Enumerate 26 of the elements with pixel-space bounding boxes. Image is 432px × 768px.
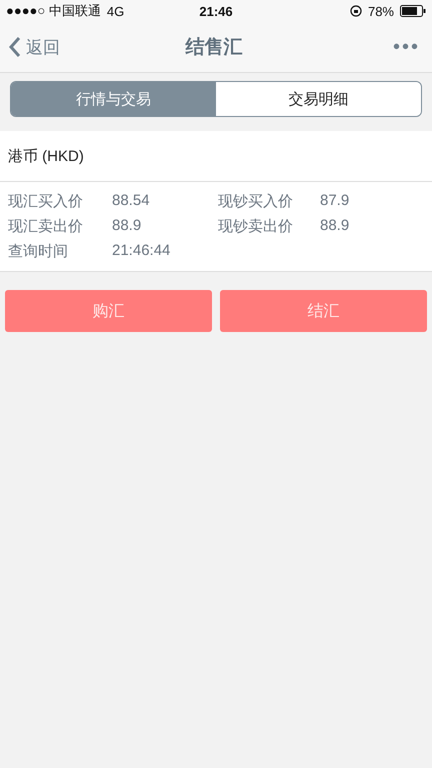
rate-value: 88.9 bbox=[112, 217, 142, 236]
carrier: ●●●●○ 中国联通 bbox=[6, 2, 101, 20]
battery-icon bbox=[400, 5, 426, 17]
back-label[interactable]: 返回 bbox=[26, 36, 60, 58]
clock: 21:46 bbox=[199, 4, 233, 18]
network-type: 4G bbox=[106, 4, 124, 18]
rate-label: 查询时间 bbox=[8, 242, 69, 261]
more-button[interactable]: ••• bbox=[330, 36, 420, 58]
rotation-lock-icon bbox=[350, 5, 362, 17]
chevron-left-icon bbox=[8, 36, 22, 58]
segment-tab[interactable]: 交易明细 bbox=[216, 82, 421, 116]
rate-label: 现汇卖出价 bbox=[8, 217, 84, 236]
rate-value: 87.9 bbox=[320, 192, 350, 211]
exchange-button[interactable]: 结汇 bbox=[220, 290, 427, 332]
segment-tab[interactable]: 行情与交易 bbox=[11, 82, 216, 116]
rate-label: 现钞买入价 bbox=[218, 192, 294, 211]
rate-value: 88.54 bbox=[112, 192, 151, 211]
exchange-button[interactable]: 购汇 bbox=[5, 290, 212, 332]
rate-value: 21:46:44 bbox=[112, 242, 172, 261]
battery-level: 78% bbox=[368, 4, 394, 18]
currency-name: 港币 (HKD) bbox=[8, 146, 84, 166]
rate-label: 现钞卖出价 bbox=[218, 217, 294, 236]
rate-value: 88.9 bbox=[320, 217, 350, 236]
back-button[interactable]: 返回 bbox=[8, 36, 98, 58]
rate-label: 现汇买入价 bbox=[8, 192, 84, 211]
page-title: 结售汇 bbox=[186, 36, 242, 60]
